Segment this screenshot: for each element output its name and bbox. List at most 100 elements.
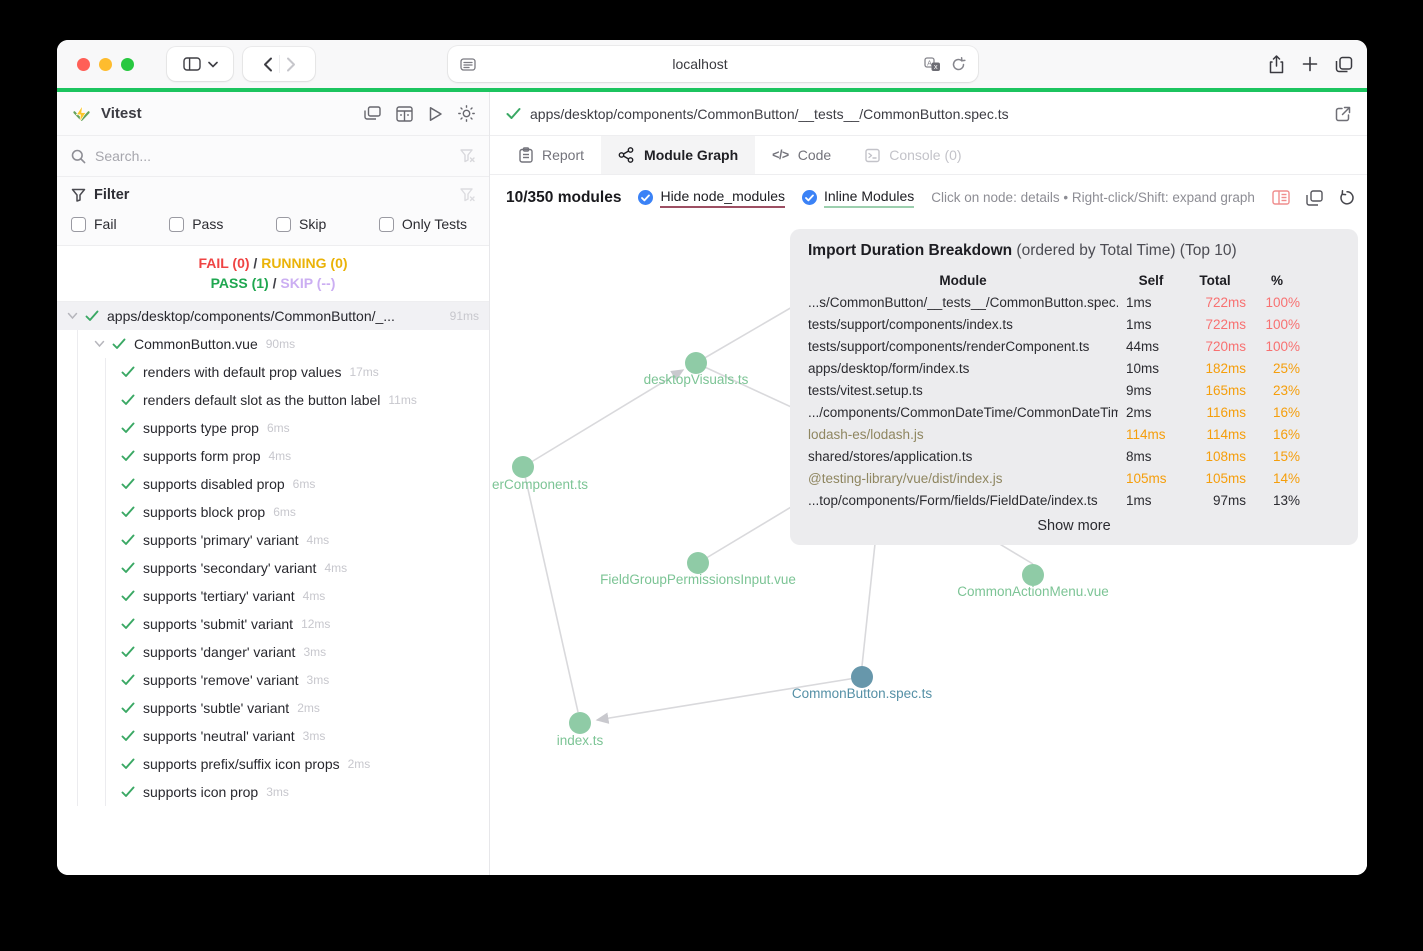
theme-toggle-icon[interactable] xyxy=(458,105,475,122)
test-duration: 11ms xyxy=(388,393,417,407)
graph-node[interactable]: CommonButton.spec.ts xyxy=(792,666,933,701)
module-node-circle[interactable] xyxy=(685,352,707,374)
tab-overview-icon[interactable] xyxy=(1335,56,1353,73)
test-duration: 3ms xyxy=(303,645,327,659)
test-row[interactable]: supports 'remove' variant 3ms xyxy=(57,666,489,694)
test-row[interactable]: supports form prop 4ms xyxy=(57,442,489,470)
module-node-circle[interactable] xyxy=(687,552,709,574)
toggle-hide-node-modules[interactable]: Hide node_modules xyxy=(638,188,785,208)
test-row[interactable]: renders with default prop values 17ms xyxy=(57,358,489,386)
breakdown-table-icon[interactable] xyxy=(1272,190,1290,205)
module-node-label[interactable]: index.ts xyxy=(557,733,604,748)
run-all-icon[interactable] xyxy=(428,105,443,122)
column-header: % xyxy=(1270,272,1283,288)
checked-checkbox-icon xyxy=(801,190,817,205)
reset-graph-icon[interactable] xyxy=(1339,189,1355,206)
total-time: 97ms xyxy=(1212,492,1246,508)
test-row[interactable]: supports 'secondary' variant 4ms xyxy=(57,554,489,582)
back-button[interactable] xyxy=(263,57,273,72)
minimize-window-button[interactable] xyxy=(99,57,112,71)
filter-checkbox-fail[interactable]: Fail xyxy=(71,216,117,232)
graph-node[interactable]: FieldGroupPermissionsInput.vue xyxy=(600,552,796,587)
toggle-inline-modules[interactable]: Inline Modules xyxy=(801,188,915,208)
tab-report[interactable]: Report xyxy=(502,136,601,174)
tab-label: Module Graph xyxy=(644,147,739,163)
funnel-icon xyxy=(71,188,86,202)
sidebar-toggle-button[interactable] xyxy=(167,47,233,81)
module-graph-canvas[interactable]: desktopVisuals.ts erComponent.ts FieldGrou… xyxy=(490,220,1367,875)
search-bar[interactable]: Search... xyxy=(57,136,489,177)
graph-edge xyxy=(522,466,579,713)
test-row[interactable]: supports 'neutral' variant 3ms xyxy=(57,722,489,750)
module-node-circle[interactable] xyxy=(569,712,591,734)
test-row[interactable]: renders default slot as the button label… xyxy=(57,386,489,414)
module-node-label[interactable]: CommonButton.spec.ts xyxy=(792,686,933,701)
address-bar[interactable]: localhost Ax xyxy=(448,46,978,82)
clear-filter-icon[interactable] xyxy=(460,149,475,163)
console-icon xyxy=(865,148,880,163)
test-row[interactable]: CommonButton.vue 90ms xyxy=(57,330,489,358)
breakdown-row: tests/vitest.setup.ts 9ms 165ms 23% xyxy=(808,379,1300,401)
checkbox xyxy=(169,216,185,232)
chevron-down-icon[interactable] xyxy=(67,312,78,320)
test-name: supports type prop xyxy=(143,420,259,436)
test-name: supports 'secondary' variant xyxy=(143,560,317,576)
chevron-down-icon[interactable] xyxy=(94,340,105,348)
test-row[interactable]: supports prefix/suffix icon props 2ms xyxy=(57,750,489,778)
graph-node[interactable]: CommonActionMenu.vue xyxy=(957,564,1109,599)
import-duration-breakdown-panel: Import Duration Breakdown (ordered by To… xyxy=(790,229,1358,545)
pass-check-icon xyxy=(121,702,135,714)
module-node-circle[interactable] xyxy=(512,456,534,478)
module-node-circle[interactable] xyxy=(1022,564,1044,586)
close-window-button[interactable] xyxy=(77,57,90,71)
graph-node[interactable]: erComponent.ts xyxy=(492,456,588,492)
tab-console[interactable]: Console (0) xyxy=(848,136,978,174)
share-icon[interactable] xyxy=(1268,54,1285,74)
reload-icon[interactable] xyxy=(951,56,966,72)
test-row[interactable]: supports 'danger' variant 3ms xyxy=(57,638,489,666)
module-node-label[interactable]: CommonActionMenu.vue xyxy=(957,584,1109,599)
tab-code[interactable]: </> Code xyxy=(755,136,848,174)
test-row[interactable]: supports 'tertiary' variant 4ms xyxy=(57,582,489,610)
tab-module-graph[interactable]: Module Graph xyxy=(601,136,756,174)
test-row[interactable]: supports disabled prop 6ms xyxy=(57,470,489,498)
translate-icon[interactable]: Ax xyxy=(924,56,941,72)
module-node-label[interactable]: erComponent.ts xyxy=(492,477,588,492)
toggle-label: Inline Modules xyxy=(823,188,915,208)
show-more-button[interactable]: Show more xyxy=(808,518,1340,534)
breakdown-table: Module Self Total % ...s/CommonButton/__… xyxy=(808,269,1300,511)
module-node-label[interactable]: desktopVisuals.ts xyxy=(644,372,749,387)
module-node-label[interactable]: FieldGroupPermissionsInput.vue xyxy=(600,572,796,587)
filter-checkbox-only-tests[interactable]: Only Tests xyxy=(378,216,467,232)
test-row[interactable]: supports type prop 6ms xyxy=(57,414,489,442)
nav-buttons xyxy=(243,47,315,81)
test-row[interactable]: supports 'primary' variant 4ms xyxy=(57,526,489,554)
export-graph-icon[interactable] xyxy=(1306,189,1323,206)
module-path: ...top/components/Form/fields/FieldDate/… xyxy=(808,492,1098,508)
reader-icon[interactable] xyxy=(460,57,476,71)
test-row[interactable]: supports 'subtle' variant 2ms xyxy=(57,694,489,722)
test-duration: 2ms xyxy=(347,757,371,771)
filter-checkbox-pass[interactable]: Pass xyxy=(169,216,223,232)
dashboard-icon[interactable] xyxy=(364,105,381,122)
browser-toolbar: localhost Ax xyxy=(57,40,1367,88)
test-row[interactable]: supports block prop 6ms xyxy=(57,498,489,526)
search-input[interactable]: Search... xyxy=(95,148,460,164)
graph-node[interactable]: desktopVisuals.ts xyxy=(644,352,749,387)
self-time: 1ms xyxy=(1126,492,1152,508)
test-name: CommonButton.vue xyxy=(134,336,258,352)
filter-checkbox-skip[interactable]: Skip xyxy=(276,216,326,232)
clear-filter-icon[interactable] xyxy=(460,188,475,202)
module-node-circle[interactable] xyxy=(851,666,873,688)
report-layout-icon[interactable] xyxy=(396,105,413,122)
test-name: supports 'neutral' variant xyxy=(143,728,295,744)
open-externally-icon[interactable] xyxy=(1335,106,1351,122)
forward-button[interactable] xyxy=(286,57,296,72)
test-row[interactable]: supports 'submit' variant 12ms xyxy=(57,610,489,638)
test-row[interactable]: supports icon prop 3ms xyxy=(57,778,489,806)
pass-check-icon xyxy=(121,786,135,798)
zoom-window-button[interactable] xyxy=(121,57,134,71)
new-tab-icon[interactable] xyxy=(1302,56,1318,72)
test-row[interactable]: apps/desktop/components/CommonButton/_..… xyxy=(57,302,489,330)
graph-node[interactable]: index.ts xyxy=(557,712,604,748)
